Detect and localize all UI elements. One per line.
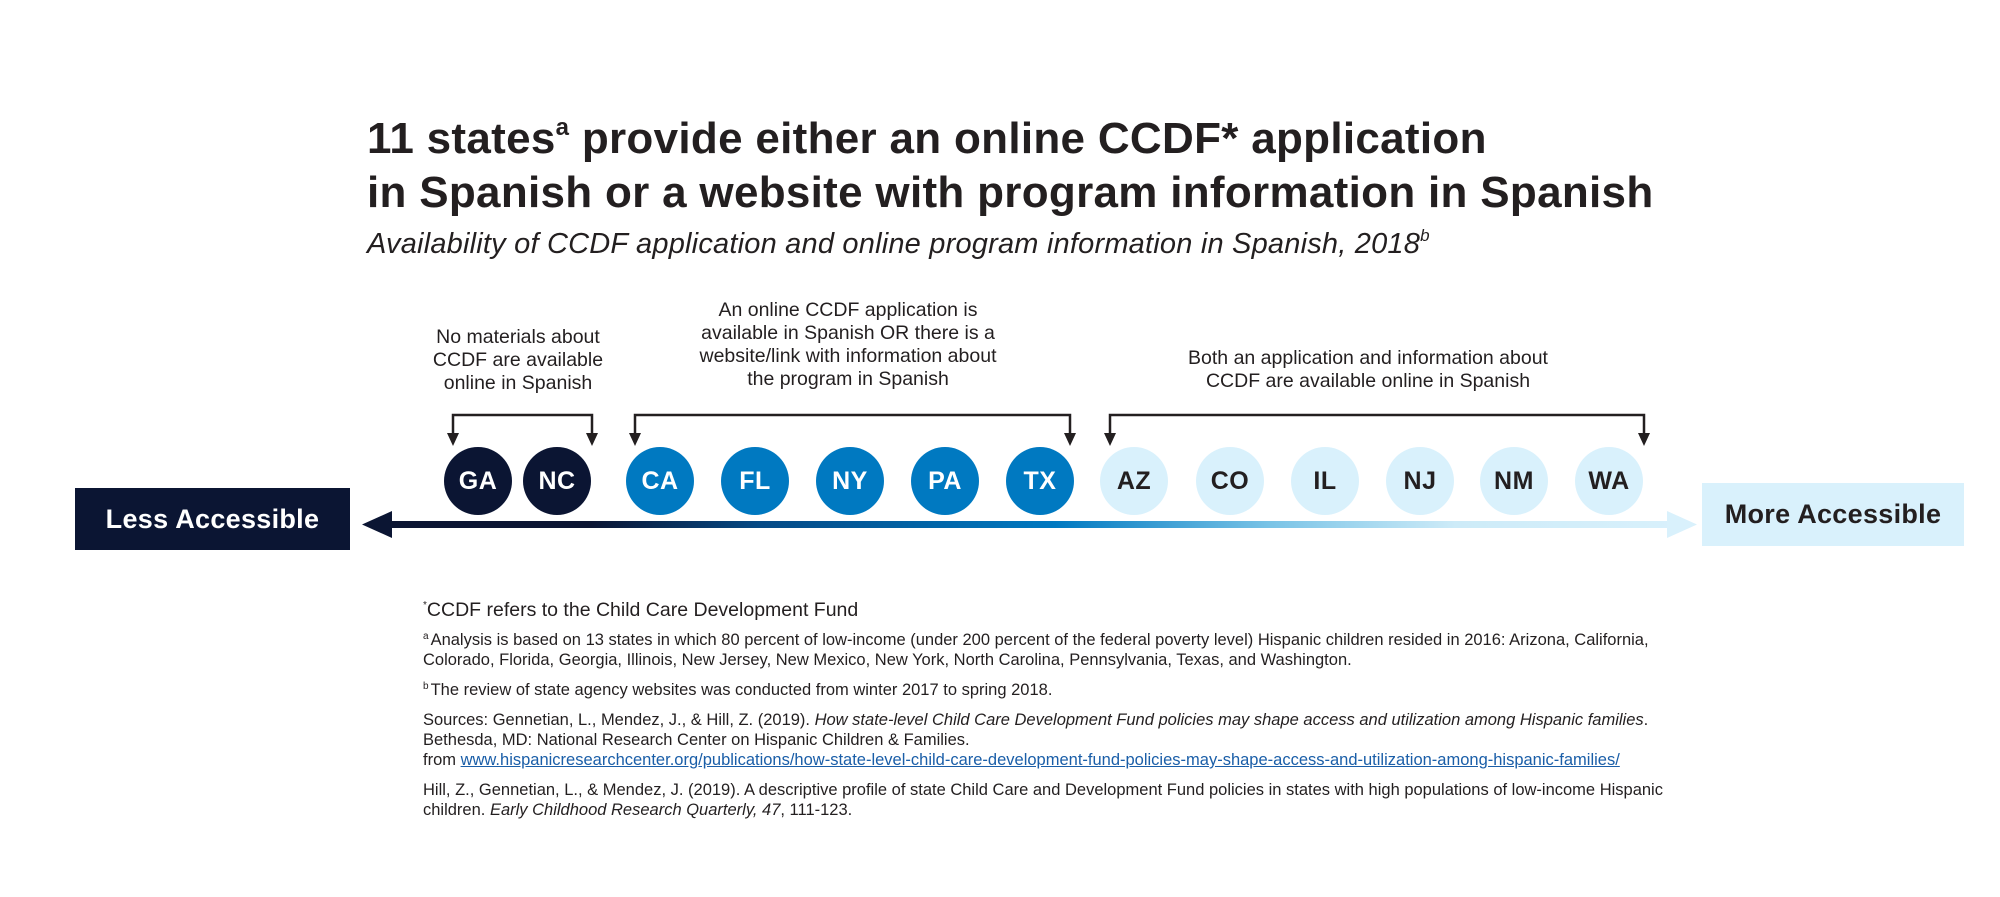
less-accessible-label: Less Accessible bbox=[75, 488, 350, 550]
bracket-both-line bbox=[1108, 413, 1646, 434]
state-circle-pa: PA bbox=[911, 447, 979, 515]
footnote-ccdf: *CCDF refers to the Child Care Developme… bbox=[423, 599, 859, 621]
bracket-either-line bbox=[633, 413, 1072, 434]
state-circle-nm: NM bbox=[1480, 447, 1548, 515]
state-circle-wa: WA bbox=[1575, 447, 1643, 515]
arrowhead-down-icon bbox=[586, 433, 598, 446]
footnotes: *CCDF refers to the Child Care Developme… bbox=[423, 598, 1663, 830]
state-circle-az: AZ bbox=[1100, 447, 1168, 515]
bracket-none bbox=[451, 413, 594, 434]
arrowhead-down-icon bbox=[1064, 433, 1076, 446]
source-citation-1: Sources: Gennetian, L., Mendez, J., & Hi… bbox=[423, 711, 1649, 769]
source-citation-2: Hill, Z., Gennetian, L., & Mendez, J. (2… bbox=[423, 781, 1663, 819]
more-accessible-label: More Accessible bbox=[1702, 483, 1964, 546]
accessibility-scale-bar bbox=[378, 521, 1676, 528]
state-circle-tx: TX bbox=[1006, 447, 1074, 515]
arrowhead-down-icon bbox=[629, 433, 641, 446]
state-circle-ga: GA bbox=[444, 447, 512, 515]
bracket-either bbox=[633, 413, 1072, 434]
state-circle-ca: CA bbox=[626, 447, 694, 515]
arrowhead-down-icon bbox=[1638, 433, 1650, 446]
arrowhead-down-icon bbox=[1104, 433, 1116, 446]
arrowhead-down-icon bbox=[447, 433, 459, 446]
state-circle-nc: NC bbox=[523, 447, 591, 515]
state-circle-ny: NY bbox=[816, 447, 884, 515]
footnote-b: b The review of state agency websites was… bbox=[423, 681, 1053, 699]
state-circle-fl: FL bbox=[721, 447, 789, 515]
footnote-a: a Analysis is based on 13 states in which… bbox=[423, 631, 1649, 669]
bracket-none-line bbox=[451, 413, 594, 434]
state-circle-co: CO bbox=[1196, 447, 1264, 515]
arrow-left-icon bbox=[362, 511, 392, 538]
source-link[interactable]: www.hispanicresearchcenter.org/publicati… bbox=[461, 751, 1620, 769]
arrow-right-icon bbox=[1667, 511, 1697, 538]
state-circle-il: IL bbox=[1291, 447, 1359, 515]
state-circle-nj: NJ bbox=[1386, 447, 1454, 515]
bracket-both bbox=[1108, 413, 1646, 434]
